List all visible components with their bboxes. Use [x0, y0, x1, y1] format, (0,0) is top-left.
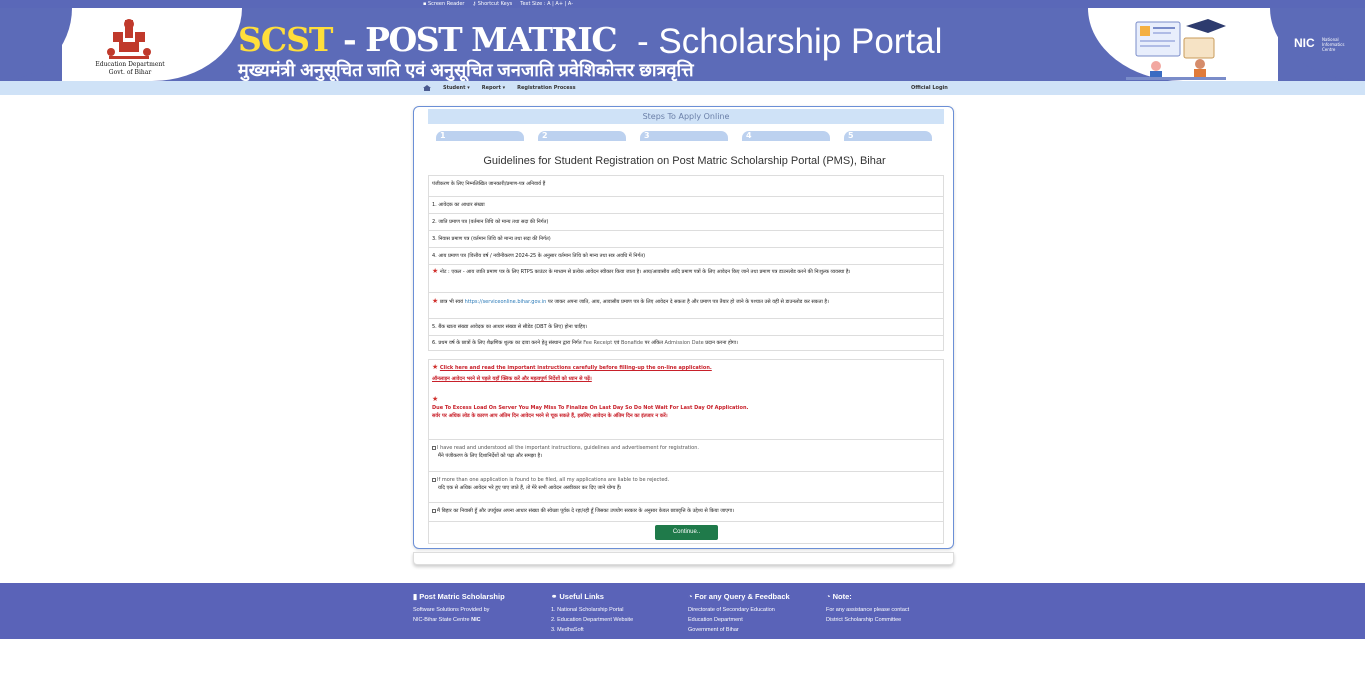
footer-col-scholarship: ▮ Post Matric Scholarship Software Solut…: [413, 592, 505, 623]
nic-subtitle: National Informatics Centre: [1322, 37, 1345, 52]
footer-link-edu-dept[interactable]: 2. Education Department Website: [551, 615, 633, 625]
step-1: 1: [436, 131, 524, 141]
nav-report-menu[interactable]: Report ▾: [482, 85, 505, 91]
registration-card: Steps To Apply Online 1 2 3 4 5 Guidelin…: [413, 106, 954, 549]
rss-icon: ◔: [826, 592, 833, 601]
step-3: 3: [640, 131, 728, 141]
scholarship-illustration: [1126, 19, 1226, 80]
continue-button[interactable]: Continue..: [655, 525, 718, 540]
footer-link-medhasoft[interactable]: 3. MedhaSoft: [551, 625, 633, 635]
table-row: ★ छात्र भी स्वयं https://serviceonline.b…: [429, 293, 943, 319]
step-5: 5: [844, 131, 932, 141]
table-row: 2. जाति प्रमाण पत्र (वर्तमान तिथि को मान…: [429, 214, 943, 231]
declaration-row-1: I have read and understood all the impor…: [429, 440, 943, 472]
accessibility-bar: ▪ Screen Reader ⚷ Shortcut Keys Text Siz…: [0, 0, 1365, 8]
star-icon: ★: [432, 395, 439, 403]
declaration-table: ★ Click here and read the important inst…: [428, 359, 944, 544]
title-scst: SCST: [238, 20, 333, 59]
chevron-down-icon: ▾: [502, 85, 506, 91]
title-hindi: मुख्यमंत्री अनुसूचित जाति एवं अनुसूचित ज…: [238, 60, 694, 80]
title-scholarship-portal: - Scholarship Portal: [637, 22, 943, 61]
rss-icon: ◔: [688, 592, 695, 601]
service-online-link[interactable]: https://serviceonline.bihar.gov.in: [465, 299, 547, 305]
step-2: 2: [538, 131, 626, 141]
step-4: 4: [742, 131, 830, 141]
declaration-checkbox-1[interactable]: [432, 445, 436, 450]
screen-reader-link[interactable]: ▪ Screen Reader: [423, 1, 464, 7]
nav-student-menu[interactable]: Student ▾: [443, 85, 470, 91]
star-icon: ★: [432, 267, 439, 275]
declaration-checkbox-3[interactable]: [432, 508, 436, 513]
card-bottom-panel: [413, 552, 954, 565]
table-row: 4. आय प्रमाण पत्र (वित्तीय वर्ष / नवीनीक…: [429, 248, 943, 265]
steps-row: 1 2 3 4 5: [436, 131, 936, 141]
site-footer: ▮ Post Matric Scholarship Software Solut…: [0, 583, 1365, 639]
table-row: 6. प्रथम वर्ष के छात्रों के लिए शैक्षणिक…: [432, 340, 738, 346]
declaration-checkbox-2[interactable]: [432, 477, 436, 482]
table-row: 1. आवेदक का आधार संख्या: [429, 197, 943, 214]
guidelines-title: Guidelines for Student Registration on P…: [483, 155, 886, 167]
home-icon[interactable]: [423, 85, 431, 91]
footer-col-note: ◔ Note: For any assistance please contac…: [826, 592, 910, 623]
text-size-control[interactable]: Text Size : A | A+ | A-: [520, 1, 573, 7]
action-row: Continue..: [429, 522, 943, 543]
nav-registration-process[interactable]: Registration Process: [517, 85, 575, 91]
nic-logo: NIC: [1294, 36, 1315, 50]
declaration-row-2: If more than one application is found to…: [429, 472, 943, 503]
official-login-link[interactable]: Official Login: [911, 85, 948, 91]
footer-link-nsp[interactable]: 1. National Scholarship Portal: [551, 605, 633, 615]
department-name: Education Department Govt. of Bihar: [95, 61, 165, 76]
nic-small-logo: NIC: [471, 617, 481, 623]
table-row: ★ नोट : एकल - आय जाति प्रमाण पत्र के लिए…: [429, 265, 943, 293]
bihar-emblem-logo: [107, 19, 151, 59]
table-row: 5. बैंक खाता संख्या आवेदक का आधार संख्या…: [429, 319, 943, 336]
footer-col-query: ◔ For any Query & Feedback Directorate o…: [688, 592, 790, 633]
steps-heading: Steps To Apply Online: [428, 109, 944, 124]
title-post-matric: - POST MATRIC: [343, 20, 618, 59]
documents-table: पंजीकरण के लिए निम्नलिखित जानकारी/प्रमाण…: [428, 175, 944, 351]
declaration-row-3: मैं बिहार का निवासी हूँ और उपर्युक्त अपन…: [429, 503, 943, 522]
notice-block: ★ Click here and read the important inst…: [429, 360, 943, 440]
important-instructions-link[interactable]: Click here and read the important instru…: [440, 365, 712, 371]
footer-col-links: ⚭ Useful Links 1. National Scholarship P…: [551, 592, 634, 635]
table-row: 3. निवास प्रमाण पत्र (वर्तमान तिथि को मा…: [429, 231, 943, 248]
star-icon: ★: [432, 297, 439, 305]
chevron-down-icon: ▾: [467, 85, 470, 91]
site-header: Education Department Govt. of Bihar SCST…: [0, 8, 1365, 81]
star-icon: ★: [432, 363, 439, 371]
shortcut-keys-link[interactable]: ⚷ Shortcut Keys: [472, 1, 512, 7]
main-nav: Student ▾ Report ▾ Registration Process …: [0, 81, 1365, 95]
table-row: पंजीकरण के लिए निम्नलिखित जानकारी/प्रमाण…: [429, 176, 943, 197]
